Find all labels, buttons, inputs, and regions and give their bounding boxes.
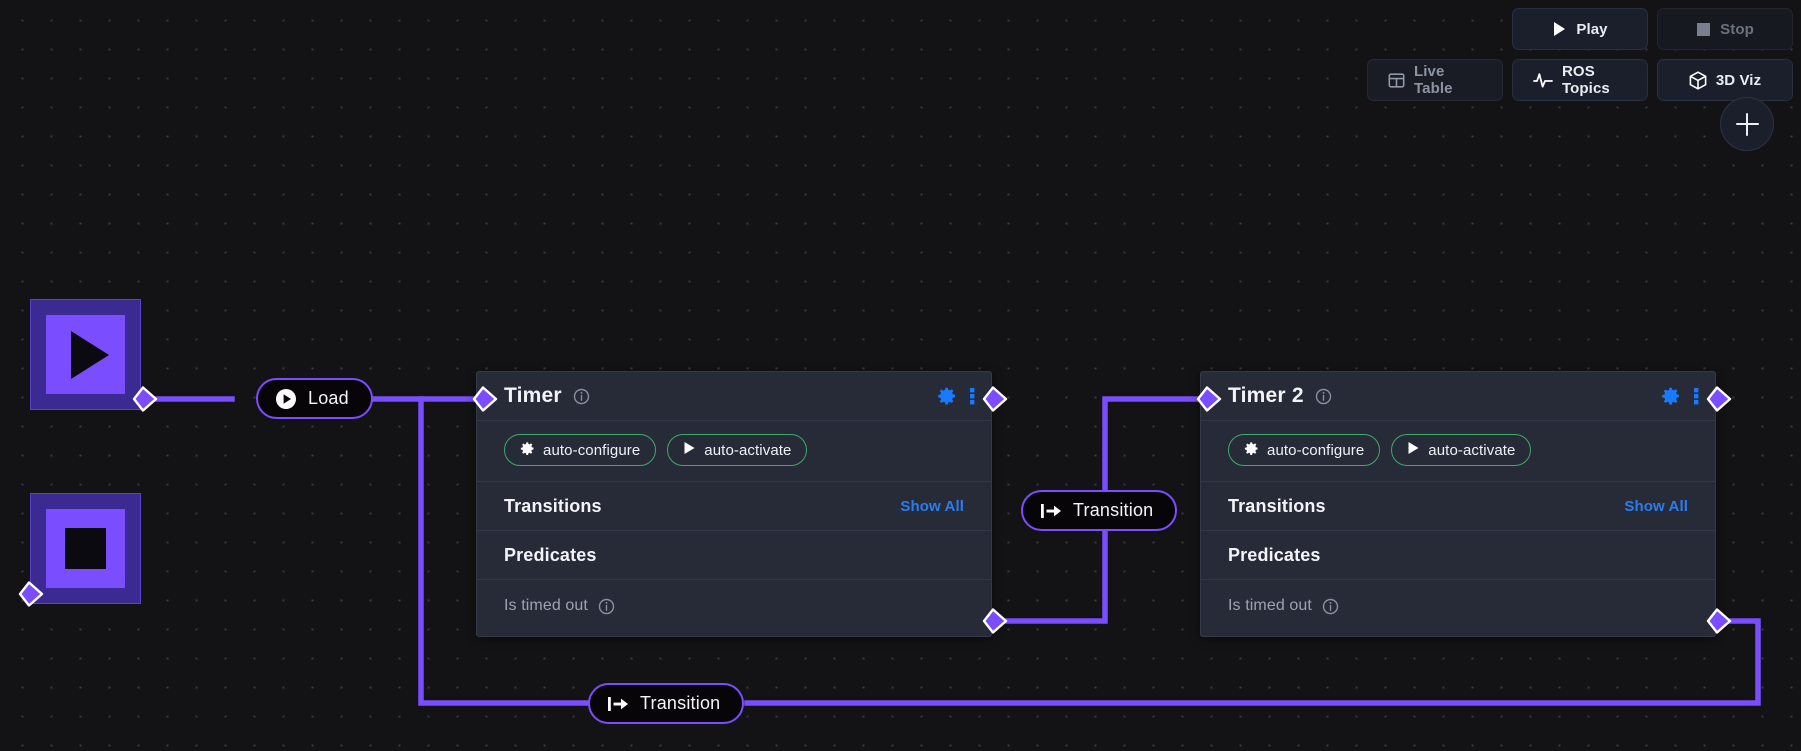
predicates-section-header: Predicates	[477, 531, 991, 580]
edge-label-transition-2[interactable]: Transition	[588, 683, 745, 724]
stop-button-label: Stop	[1720, 20, 1754, 38]
node-title: Timer	[504, 384, 562, 407]
predicate-label: Is timed out	[1228, 597, 1312, 614]
step-into-icon	[607, 695, 629, 713]
play-button[interactable]: Play	[1512, 8, 1648, 50]
gear-icon[interactable]	[937, 386, 957, 406]
tag-label: auto-configure	[543, 441, 641, 459]
transitions-show-all-link[interactable]: Show All	[900, 498, 964, 515]
play-icon	[1407, 441, 1420, 459]
node-card-timer-2-header: Timer 2	[1201, 372, 1715, 421]
cube-icon	[1689, 70, 1707, 90]
gear-icon	[520, 441, 535, 460]
transitions-section-header: Transitions Show All	[1201, 482, 1715, 531]
transitions-title: Transitions	[504, 495, 602, 516]
tag-auto-configure[interactable]: auto-configure	[504, 434, 657, 466]
add-node-button[interactable]	[1720, 97, 1774, 151]
graph-canvas[interactable]: Play Stop Live Table ROS Topics 3D Viz T…	[0, 0, 1801, 751]
tag-label: auto-configure	[1267, 441, 1365, 459]
node-header-actions	[937, 386, 975, 406]
node-card-timer-header: Timer	[477, 372, 991, 421]
table-icon	[1388, 72, 1405, 89]
play-icon	[683, 441, 696, 459]
edge-label-load[interactable]: Load	[256, 378, 373, 419]
node-card-timer-2[interactable]: Timer 2 auto-configure auto-activate Tra…	[1200, 371, 1716, 637]
stop-square-icon	[65, 528, 106, 569]
info-icon[interactable]	[598, 598, 615, 615]
transitions-title: Transitions	[1228, 495, 1326, 516]
live-table-button[interactable]: Live Table	[1367, 59, 1503, 101]
tag-auto-configure[interactable]: auto-configure	[1228, 434, 1381, 466]
info-icon[interactable]	[1315, 388, 1332, 405]
tag-label: auto-activate	[704, 441, 792, 459]
play-triangle-icon	[70, 330, 109, 379]
edge-label-text: Transition	[640, 693, 721, 713]
timer-input-handle[interactable]	[472, 386, 498, 412]
transitions-show-all-link[interactable]: Show All	[1624, 498, 1688, 515]
timer-2-output-handle-bottom[interactable]	[1706, 608, 1732, 634]
3d-viz-button[interactable]: 3D Viz	[1657, 59, 1793, 101]
node-tags: auto-configure auto-activate	[1201, 421, 1715, 482]
more-vertical-icon[interactable]	[1694, 386, 1699, 406]
step-into-icon	[1040, 502, 1062, 520]
info-icon[interactable]	[1322, 598, 1339, 615]
predicate-row: Is timed out	[477, 580, 991, 636]
predicates-section-header: Predicates	[1201, 531, 1715, 580]
timer-output-handle-top[interactable]	[982, 386, 1008, 412]
gear-icon	[1244, 441, 1259, 460]
play-button-label: Play	[1576, 20, 1608, 38]
play-circle-icon	[275, 388, 297, 410]
node-card-timer[interactable]: Timer auto-configure auto-activate Trans…	[476, 371, 992, 637]
tag-auto-activate[interactable]: auto-activate	[1391, 434, 1532, 466]
ros-topics-button[interactable]: ROS Topics	[1512, 59, 1648, 101]
start-node-inner	[46, 315, 125, 394]
edge-label-text: Transition	[1073, 500, 1154, 520]
stop-node-input-handle[interactable]	[18, 581, 44, 607]
stop-node[interactable]	[30, 493, 141, 604]
stop-node-inner	[46, 509, 125, 588]
stop-button[interactable]: Stop	[1657, 8, 1793, 50]
timer-2-input-handle[interactable]	[1196, 386, 1222, 412]
stop-icon	[1696, 22, 1711, 37]
node-header-actions	[1661, 386, 1699, 406]
3d-viz-button-label: 3D Viz	[1715, 71, 1762, 89]
tag-label: auto-activate	[1428, 441, 1516, 459]
more-vertical-icon[interactable]	[970, 386, 975, 406]
gear-icon[interactable]	[1661, 386, 1681, 406]
predicate-label: Is timed out	[504, 597, 588, 614]
start-node-output-handle[interactable]	[132, 386, 158, 412]
node-tags: auto-configure auto-activate	[477, 421, 991, 482]
timer-2-output-handle-top[interactable]	[1706, 386, 1732, 412]
timer-output-handle-bottom[interactable]	[982, 608, 1008, 634]
predicates-title: Predicates	[1228, 544, 1321, 565]
edge-label-transition-1[interactable]: Transition	[1021, 490, 1178, 531]
transitions-section-header: Transitions Show All	[477, 482, 991, 531]
info-icon[interactable]	[573, 388, 590, 405]
play-icon	[1552, 21, 1567, 37]
node-title: Timer 2	[1228, 384, 1304, 407]
predicate-row: Is timed out	[1201, 580, 1715, 636]
top-toolbar: Play Stop Live Table ROS Topics 3D Viz	[1367, 0, 1801, 110]
live-table-button-label: Live Table	[1414, 63, 1453, 97]
predicates-title: Predicates	[504, 544, 597, 565]
start-node[interactable]	[30, 299, 141, 410]
ros-topics-button-label: ROS Topics	[1562, 63, 1610, 97]
edge-label-text: Load	[308, 388, 349, 408]
toolbar-row-primary: Play Stop	[1381, 8, 1793, 50]
tag-auto-activate[interactable]: auto-activate	[667, 434, 808, 466]
toolbar-row-secondary: Live Table ROS Topics 3D Viz	[1367, 59, 1793, 101]
activity-icon	[1533, 72, 1553, 89]
